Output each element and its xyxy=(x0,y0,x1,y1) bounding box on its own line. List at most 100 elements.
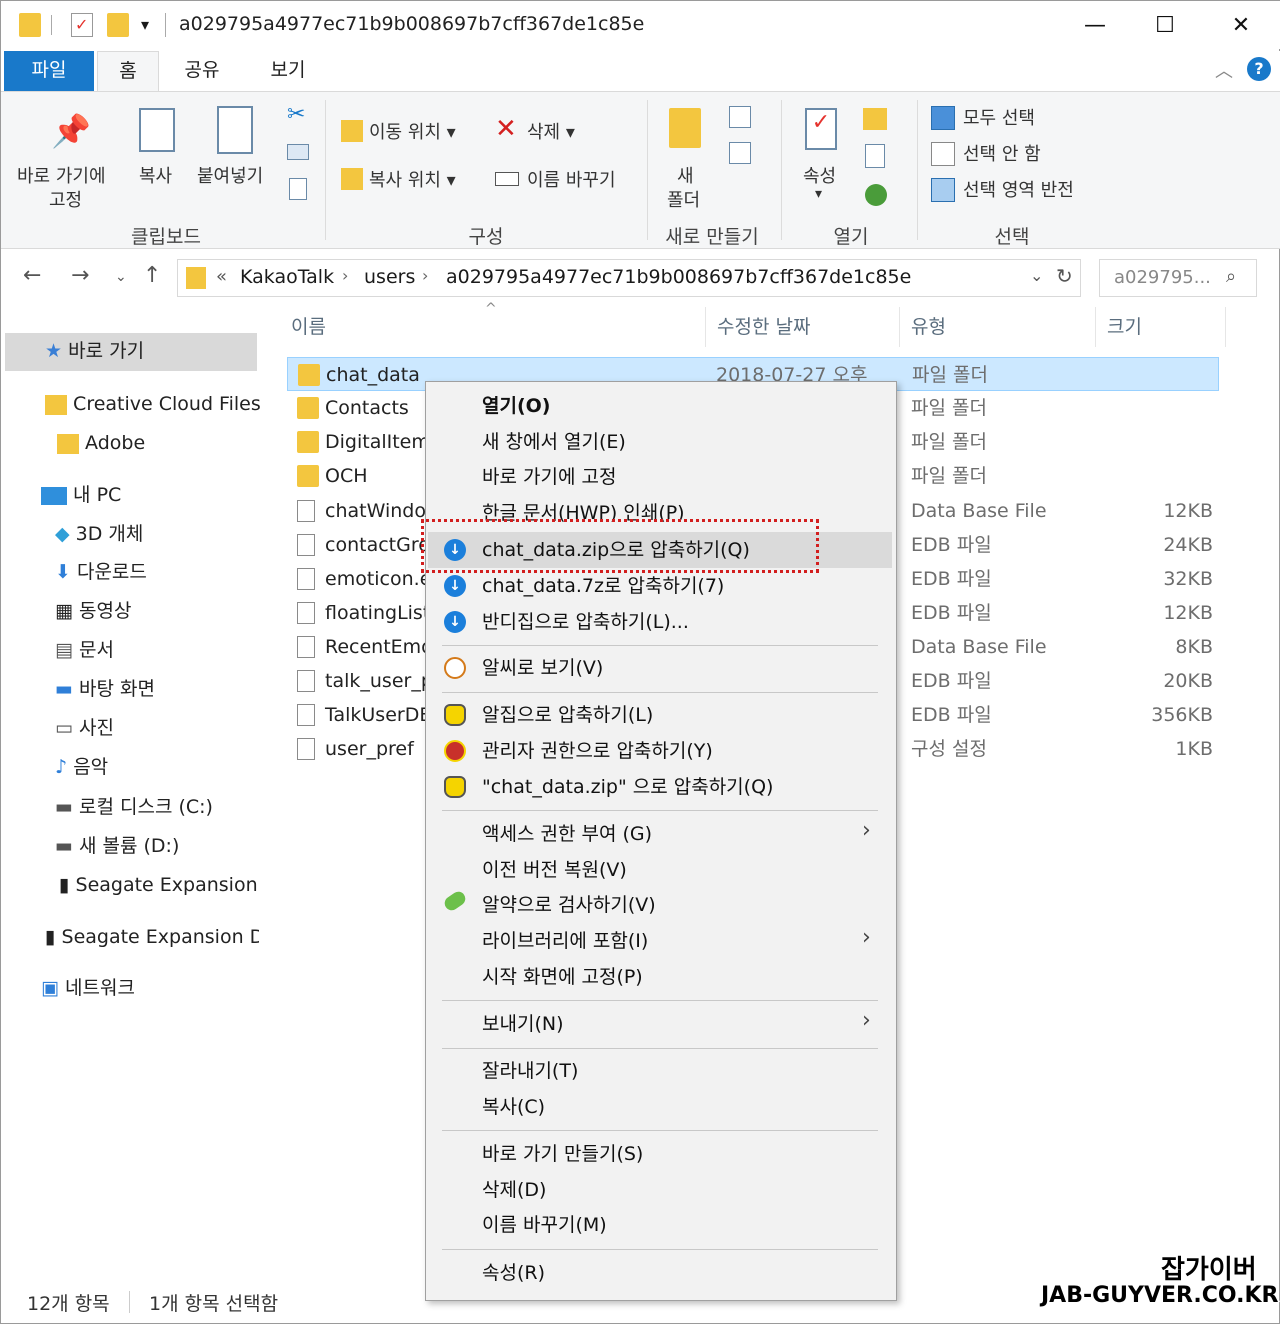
menu-item-open[interactable]: 열기(O) xyxy=(482,388,550,424)
nav-volume-d[interactable]: ▬ 새 볼륨 (D:) xyxy=(55,830,179,862)
nav-pictures[interactable]: ▭ 사진 xyxy=(55,712,114,744)
menu-item-create-shortcut[interactable]: 바로 가기 만들기(S) xyxy=(482,1136,643,1172)
forward-button[interactable]: → xyxy=(71,263,89,288)
paste-shortcut-icon[interactable] xyxy=(289,178,307,200)
nav-this-pc[interactable]: 내 PC xyxy=(41,479,121,511)
column-name[interactable]: 이름 xyxy=(291,311,326,343)
move-to-button[interactable]: 이동 위치 ▾ xyxy=(369,118,456,144)
menu-item-open-new-window[interactable]: 새 창에서 열기(E) xyxy=(482,424,626,460)
pin-quick-label-2[interactable]: 고정 xyxy=(49,186,82,212)
select-all-button[interactable]: 모두 선택 xyxy=(963,104,1035,130)
nav-label: 사진 xyxy=(79,717,114,739)
breadcrumb-kakaotalk[interactable]: KakaoTalk xyxy=(240,266,334,288)
menu-item-copy[interactable]: 복사(C) xyxy=(482,1089,545,1125)
new-folder-quick-icon[interactable] xyxy=(107,13,129,37)
customize-qa-icon[interactable]: ▾ xyxy=(141,15,149,34)
nav-videos[interactable]: ▦ 동영상 xyxy=(55,595,131,627)
help-icon[interactable]: ? xyxy=(1247,57,1271,81)
menu-item-give-access[interactable]: 액세스 권한 부여 (G) xyxy=(482,816,652,852)
external-drive-icon: ▮ xyxy=(45,926,56,948)
copy-to-button[interactable]: 복사 위치 ▾ xyxy=(369,166,456,192)
menu-item-pin-quick-access[interactable]: 바로 가기에 고정 xyxy=(482,459,616,495)
column-modified[interactable]: 수정한 날짜 xyxy=(717,311,810,343)
nav-desktop[interactable]: ▬ 바탕 화면 xyxy=(55,673,155,705)
folder-icon xyxy=(186,267,206,289)
admin-shield-icon xyxy=(444,740,466,762)
menu-item-include-library[interactable]: 라이브러리에 포함(I) xyxy=(482,923,648,959)
menu-item-7z-compress[interactable]: chat_data.7z로 압축하기(7) xyxy=(482,568,724,604)
nav-label: 바탕 화면 xyxy=(79,678,155,700)
menu-item-send-to[interactable]: 보내기(N) xyxy=(482,1006,563,1042)
menu-item-alzip-named[interactable]: "chat_data.zip" 으로 압축하기(Q) xyxy=(482,769,773,805)
menu-item-properties[interactable]: 속성(R) xyxy=(482,1255,545,1291)
up-button[interactable]: ↑ xyxy=(143,263,161,288)
nav-seagate-1[interactable]: ▮ Seagate Expansion xyxy=(59,869,258,901)
properties-button[interactable]: 속성 xyxy=(803,162,836,188)
maximize-button[interactable]: ☐ xyxy=(1135,9,1195,43)
menu-item-alyac-scan[interactable]: 알약으로 검사하기(V) xyxy=(482,887,656,923)
invert-selection-button[interactable]: 선택 영역 반전 xyxy=(963,176,1074,202)
properties-dropdown-icon[interactable]: ▾ xyxy=(815,186,822,202)
delete-button[interactable]: 삭제 ▾ xyxy=(527,118,575,144)
tab-view[interactable]: 보기 xyxy=(253,51,323,91)
select-none-button[interactable]: 선택 안 함 xyxy=(963,140,1041,166)
chevron-down-icon[interactable]: ⌄ xyxy=(1030,266,1043,285)
menu-separator xyxy=(442,1048,878,1049)
new-folder-label-1[interactable]: 새 xyxy=(677,162,694,188)
nav-adobe[interactable]: Adobe xyxy=(57,427,145,459)
address-bar[interactable]: « KakaoTalk › users › a029795a4977ec71b9… xyxy=(177,259,1081,297)
rename-button[interactable]: 이름 바꾸기 xyxy=(527,166,616,192)
group-open-label: 열기 xyxy=(833,226,869,248)
collapse-ribbon-icon[interactable]: ︿ xyxy=(1215,57,1233,83)
breadcrumb-current[interactable]: a029795a4977ec71b9b008697b7cff367de1c85e xyxy=(446,266,911,288)
menu-item-alzip[interactable]: 알집으로 압축하기(L) xyxy=(482,697,653,733)
open-icon[interactable] xyxy=(863,108,887,130)
copy-button[interactable]: 복사 xyxy=(139,162,172,188)
nav-local-disk-c[interactable]: ▬ 로컬 디스크 (C:) xyxy=(55,791,213,823)
close-button[interactable]: ✕ xyxy=(1211,9,1271,43)
column-type[interactable]: 유형 xyxy=(911,311,946,343)
tab-file[interactable]: 파일 xyxy=(4,51,94,91)
nav-3d-objects[interactable]: ◆ 3D 개체 xyxy=(55,518,143,550)
recent-locations-icon[interactable]: ⌄ xyxy=(115,269,127,285)
pin-quick-label-1[interactable]: 바로 가기에 xyxy=(17,162,106,188)
menu-item-cut[interactable]: 잘라내기(T) xyxy=(482,1053,578,1089)
file-name: emoticon.e xyxy=(325,568,432,590)
menu-item-pin-start[interactable]: 시작 화면에 고정(P) xyxy=(482,959,643,995)
breadcrumb-users[interactable]: users xyxy=(364,266,415,288)
paste-button[interactable]: 붙여넣기 xyxy=(197,162,263,188)
copy-path-icon[interactable] xyxy=(287,144,309,160)
nav-network[interactable]: ▣ 네트워크 xyxy=(41,972,135,1004)
menu-item-rename[interactable]: 이름 바꾸기(M) xyxy=(482,1207,607,1243)
nav-downloads[interactable]: ⬇ 다운로드 xyxy=(55,556,147,588)
menu-item-bandizip[interactable]: 반디집으로 압축하기(L)... xyxy=(482,604,689,640)
menu-item-alsee[interactable]: 알씨로 보기(V) xyxy=(482,650,603,686)
menu-item-admin-compress[interactable]: 관리자 권한으로 압축하기(Y) xyxy=(482,733,713,769)
properties-quick-icon[interactable]: ✓ xyxy=(71,13,93,37)
tab-home[interactable]: 홈 xyxy=(97,51,159,93)
history-icon[interactable] xyxy=(865,184,887,206)
edit-icon[interactable] xyxy=(865,144,885,168)
nav-documents[interactable]: ▤ 문서 xyxy=(55,634,114,666)
search-box[interactable]: a029795... ⌕ xyxy=(1099,259,1257,297)
file-size: 32KB xyxy=(1163,568,1213,590)
menu-item-delete[interactable]: 삭제(D) xyxy=(482,1172,546,1208)
easy-access-icon[interactable] xyxy=(729,142,751,164)
refresh-icon[interactable]: ↻ xyxy=(1056,264,1073,288)
search-icon[interactable]: ⌕ xyxy=(1226,266,1236,287)
new-item-icon[interactable] xyxy=(729,106,751,128)
back-button[interactable]: ← xyxy=(23,263,41,288)
column-size[interactable]: 크기 xyxy=(1107,311,1142,343)
nav-music[interactable]: ♪ 음악 xyxy=(55,751,108,783)
cut-icon[interactable]: ✂ xyxy=(287,102,305,127)
menu-item-restore-versions[interactable]: 이전 버전 복원(V) xyxy=(482,852,627,888)
minimize-button[interactable]: — xyxy=(1065,9,1125,43)
new-folder-label-2[interactable]: 폴더 xyxy=(667,186,700,212)
tab-share[interactable]: 공유 xyxy=(169,51,235,91)
nav-quick-access[interactable]: ★ 바로 가기 xyxy=(45,335,144,367)
breadcrumb-overflow[interactable]: « xyxy=(216,266,227,287)
invert-selection-icon xyxy=(931,178,955,202)
nav-seagate-2[interactable]: ▮ Seagate Expansion D xyxy=(45,921,259,953)
search-input[interactable]: a029795... xyxy=(1114,267,1211,288)
nav-creative-cloud[interactable]: Creative Cloud Files xyxy=(45,388,261,420)
